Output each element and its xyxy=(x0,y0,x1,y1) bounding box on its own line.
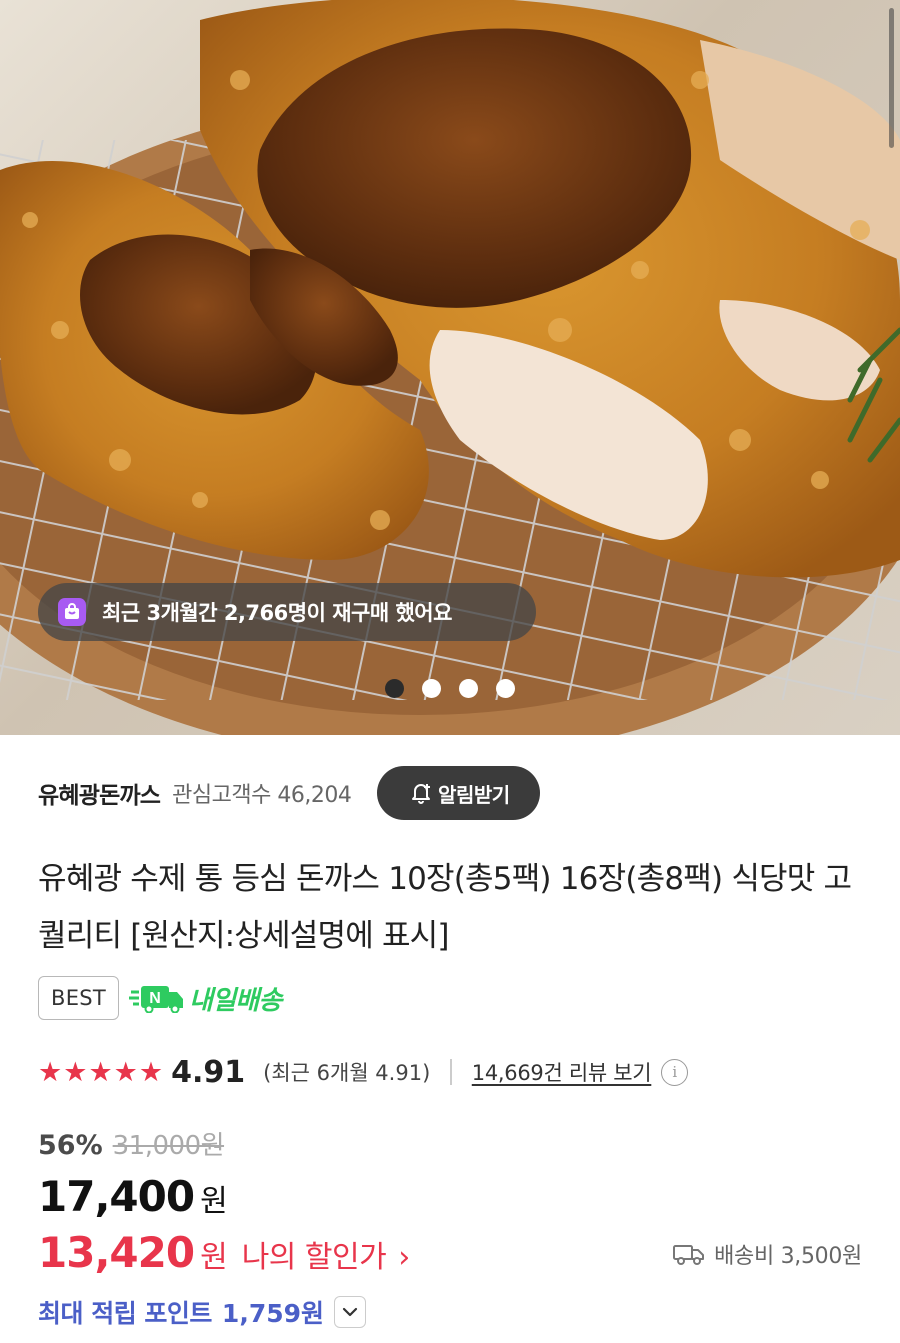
points-expand-button[interactable] xyxy=(334,1296,366,1328)
product-image-carousel[interactable]: 최근 3개월간 2,766명이 재구매 했어요 xyxy=(0,0,900,735)
review-link[interactable]: 14,669건 리뷰 보기 xyxy=(472,1057,652,1087)
chevron-right-icon: › xyxy=(398,1240,411,1275)
max-points: 최대 적립 포인트 1,759원 xyxy=(38,1294,366,1330)
carousel-dot-3[interactable] xyxy=(459,679,478,698)
shipping-fee: 배송비 3,500원 xyxy=(672,1238,862,1270)
page-scrollbar[interactable] xyxy=(889,8,894,148)
bell-plus-icon xyxy=(412,784,431,804)
notify-label: 알림받기 xyxy=(438,782,510,807)
sale-price-value: 17,400 xyxy=(38,1172,195,1221)
repurchase-text: 최근 3개월간 2,766명이 재구매 했어요 xyxy=(102,601,452,625)
repurchase-banner: 최근 3개월간 2,766명이 재구매 했어요 xyxy=(38,583,536,641)
divider xyxy=(450,1059,452,1085)
points-value: 1,759원 xyxy=(221,1299,324,1328)
star-icon: ★ xyxy=(63,1056,88,1088)
store-info: 유혜광돈까스 관심고객수 46,204 알림받기 xyxy=(38,765,868,821)
rating-summary: ★ ★ ★ ★ ★ 4.91 (최근 6개월 4.91) 14,669건 리뷰 … xyxy=(38,1052,878,1092)
my-discount-label: 나의 할인가 xyxy=(241,1240,387,1275)
product-title: 유혜광 수제 통 등심 돈까스 10장(총5팩) 16장(총8팩) 식당맛 고퀄… xyxy=(38,861,852,954)
carousel-dot-1[interactable] xyxy=(385,679,404,698)
store-name[interactable]: 유혜광돈까스 xyxy=(38,776,161,810)
star-icon: ★ xyxy=(113,1056,138,1088)
shopping-bag-icon xyxy=(58,598,86,626)
info-icon[interactable]: i xyxy=(661,1058,689,1086)
carousel-indicator xyxy=(385,679,515,698)
follower-count: 관심고객수 46,204 xyxy=(172,783,352,808)
star-icon: ★ xyxy=(138,1056,164,1088)
rating-value: 4.91 xyxy=(171,1054,246,1090)
notify-button[interactable]: 알림받기 xyxy=(377,766,541,820)
best-badge: BEST xyxy=(38,976,120,1020)
sale-price: 17,400 원 xyxy=(38,1172,228,1221)
shipping-fee-text: 배송비 3,500원 xyxy=(714,1244,862,1269)
truck-icon xyxy=(673,1245,705,1265)
delivery-label: 내일배송 xyxy=(189,985,282,1016)
discount-rate: 56% xyxy=(38,1130,103,1161)
points-label: 최대 적립 포인트 xyxy=(38,1299,212,1328)
carousel-dot-2[interactable] xyxy=(422,679,441,698)
product-badges: BEST N 내일배송 xyxy=(38,976,282,1020)
discount-info: 56% 31,000원 xyxy=(38,1125,225,1162)
star-rating: ★ ★ ★ ★ ★ xyxy=(38,1059,163,1086)
my-discount-price-link[interactable]: 13,420 원 나의 할인가 › xyxy=(38,1228,410,1277)
my-discount-currency: 원 xyxy=(200,1240,228,1275)
recent-rating: (최근 6개월 4.91) xyxy=(263,1061,431,1085)
naver-truck-icon: N xyxy=(129,986,184,1013)
original-price: 31,000원 xyxy=(112,1131,225,1161)
chevron-down-icon xyxy=(342,1307,358,1317)
sale-price-currency: 원 xyxy=(200,1184,228,1219)
svg-text:N: N xyxy=(149,990,161,1007)
carousel-dot-4[interactable] xyxy=(496,679,515,698)
my-discount-price-value: 13,420 xyxy=(38,1228,195,1277)
tomorrow-delivery-badge: N 내일배송 xyxy=(129,980,282,1017)
star-icon: ★ xyxy=(38,1056,63,1088)
star-icon: ★ xyxy=(88,1056,113,1088)
